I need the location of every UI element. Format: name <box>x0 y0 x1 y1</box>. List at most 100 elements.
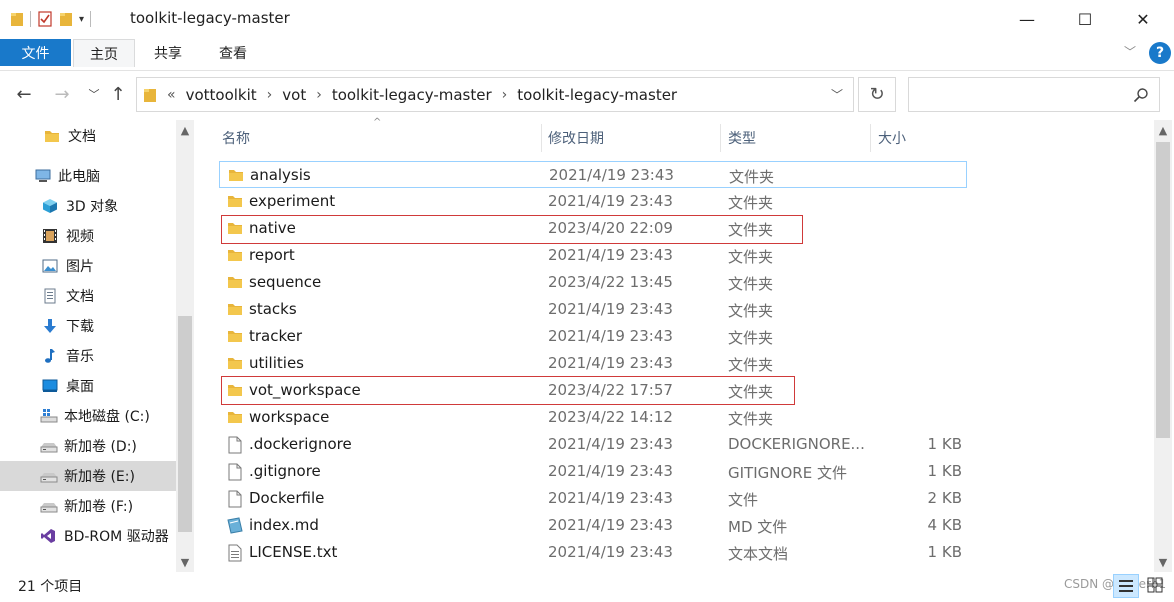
customize-toolbar-icon[interactable]: ▾ <box>79 14 84 25</box>
nav-scrollbar[interactable]: ▲ ▼ <box>176 120 194 572</box>
highlight-box-native <box>221 215 803 244</box>
file-size: 1 KB <box>927 543 962 561</box>
file-name: .dockerignore <box>249 435 352 453</box>
breadcrumb-toolkit-legacy-master-current[interactable]: toolkit-legacy-master <box>517 86 677 104</box>
nav-item[interactable]: 音乐 <box>0 341 176 371</box>
file-row[interactable]: workspace 2023/4/22 14:12 文件夹 <box>219 404 967 431</box>
tab-home[interactable]: 主页 <box>73 39 135 67</box>
nav-item[interactable]: 新加卷 (E:) <box>0 461 176 491</box>
column-header-size[interactable]: 大小 <box>878 124 966 152</box>
nav-item-label: 音乐 <box>66 349 94 365</box>
file-row[interactable]: utilities 2021/4/19 23:43 文件夹 <box>219 350 967 377</box>
tab-view[interactable]: 查看 <box>203 39 263 66</box>
new-folder-icon[interactable] <box>59 11 73 27</box>
column-header-name[interactable]: 名称 <box>222 124 540 152</box>
file-size: 4 KB <box>927 516 962 534</box>
file-name: tracker <box>249 327 303 345</box>
column-header-date[interactable]: 修改日期 <box>548 124 718 152</box>
breadcrumb-separator[interactable]: › <box>502 87 508 103</box>
refresh-button[interactable]: ↻ <box>858 77 896 112</box>
folder-icon <box>227 274 243 290</box>
file-row[interactable]: index.md 2021/4/19 23:43 MD 文件 4 KB <box>219 512 967 539</box>
file-row[interactable]: Dockerfile 2021/4/19 23:43 文件 2 KB <box>219 485 967 512</box>
nav-item[interactable]: 此电脑 <box>0 161 176 191</box>
breadcrumb-vottoolkit[interactable]: vottoolkit <box>186 86 257 104</box>
tab-share[interactable]: 共享 <box>138 39 198 66</box>
file-list-scrollbar[interactable]: ▲ ▼ <box>1154 120 1172 572</box>
nav-item[interactable]: 3D 对象 <box>0 191 176 221</box>
details-view-button[interactable] <box>1113 574 1139 598</box>
nav-item[interactable]: 新加卷 (F:) <box>0 491 176 521</box>
nav-item-label: 此电脑 <box>58 169 100 185</box>
nav-item[interactable]: 下载 <box>0 311 176 341</box>
tab-file[interactable]: 文件 <box>0 39 71 66</box>
file-date: 2021/4/19 23:43 <box>549 166 674 184</box>
nav-item[interactable]: 本地磁盘 (C:) <box>0 401 176 431</box>
nav-item-label: 文档 <box>66 289 94 305</box>
breadcrumb-separator[interactable]: › <box>316 87 322 103</box>
search-input[interactable] <box>908 77 1160 112</box>
large-icons-view-button[interactable] <box>1143 574 1169 598</box>
nav-item[interactable]: 文档 <box>0 121 176 151</box>
file-row[interactable]: report 2021/4/19 23:43 文件夹 <box>219 242 967 269</box>
column-divider[interactable] <box>870 124 871 152</box>
scroll-thumb[interactable] <box>1156 142 1170 438</box>
file-date: 2021/4/19 23:43 <box>548 516 673 534</box>
nav-item[interactable]: 桌面 <box>0 371 176 401</box>
nav-item-label: 文档 <box>68 129 96 145</box>
nav-item-label: 新加卷 (F:) <box>64 499 134 515</box>
nav-item[interactable]: BD-ROM 驱动器 <box>0 521 176 551</box>
column-divider[interactable] <box>541 124 542 152</box>
up-button[interactable]: ↑ <box>106 82 130 106</box>
column-divider[interactable] <box>720 124 721 152</box>
folder-icon[interactable] <box>10 11 24 27</box>
breadcrumb-toolkit-legacy-master[interactable]: toolkit-legacy-master <box>332 86 492 104</box>
back-button[interactable]: ← <box>12 82 36 106</box>
scroll-thumb[interactable] <box>178 316 192 532</box>
address-bar[interactable]: « vottoolkit › vot › toolkit-legacy-mast… <box>136 77 854 112</box>
file-row[interactable]: sequence 2023/4/22 13:45 文件夹 <box>219 269 967 296</box>
file-row[interactable]: stacks 2021/4/19 23:43 文件夹 <box>219 296 967 323</box>
scroll-down-arrow[interactable]: ▼ <box>1154 552 1172 572</box>
file-icon <box>227 436 243 454</box>
drive-icon <box>40 468 58 484</box>
minimize-button[interactable]: — <box>998 0 1056 38</box>
help-icon[interactable]: ? <box>1149 42 1171 64</box>
recent-locations-button[interactable]: ﹀ <box>82 82 106 106</box>
nav-item-label: 新加卷 (E:) <box>64 469 135 485</box>
file-name: utilities <box>249 354 304 372</box>
properties-icon[interactable] <box>37 11 53 27</box>
file-row[interactable]: .dockerignore 2021/4/19 23:43 DOCKERIGNORE… <box>219 431 967 458</box>
nav-item-label: 桌面 <box>66 379 94 395</box>
documents-icon <box>42 288 58 304</box>
scroll-down-arrow[interactable]: ▼ <box>176 552 194 572</box>
forward-button[interactable]: → <box>50 82 74 106</box>
breadcrumb-vot[interactable]: vot <box>282 86 306 104</box>
close-button[interactable]: ✕ <box>1114 0 1172 38</box>
address-dropdown-icon[interactable]: ﹀ <box>831 86 843 103</box>
file-row[interactable]: tracker 2021/4/19 23:43 文件夹 <box>219 323 967 350</box>
column-header-type[interactable]: 类型 <box>728 124 868 152</box>
details-view-icon <box>1119 580 1133 592</box>
nav-item[interactable]: 文档 <box>0 281 176 311</box>
drive-icon <box>40 438 58 454</box>
file-row[interactable]: .gitignore 2021/4/19 23:43 GITIGNORE 文件 1 K… <box>219 458 967 485</box>
ribbon-collapse-icon[interactable]: ﹀ <box>1124 43 1136 60</box>
nav-item[interactable]: 图片 <box>0 251 176 281</box>
breadcrumb-overflow-button[interactable]: « <box>167 87 176 103</box>
nav-item[interactable]: 视频 <box>0 221 176 251</box>
download-icon <box>42 318 58 334</box>
scroll-up-arrow[interactable]: ▲ <box>176 120 194 140</box>
maximize-button[interactable]: ☐ <box>1056 0 1114 38</box>
nav-item-label: BD-ROM 驱动器 <box>64 529 169 545</box>
file-type: 文本文档 <box>728 545 789 563</box>
file-row[interactable]: LICENSE.txt 2021/4/19 23:43 文本文档 1 KB <box>219 539 967 566</box>
window-title: toolkit-legacy-master <box>130 9 290 27</box>
folder-icon <box>228 167 244 183</box>
breadcrumb-separator[interactable]: › <box>267 87 273 103</box>
file-row[interactable]: analysis 2021/4/19 23:43 文件夹 <box>219 161 967 188</box>
scroll-up-arrow[interactable]: ▲ <box>1154 120 1172 140</box>
file-row[interactable]: experiment 2021/4/19 23:43 文件夹 <box>219 188 967 215</box>
file-type: 文件 <box>728 491 759 509</box>
nav-item[interactable]: 新加卷 (D:) <box>0 431 176 461</box>
